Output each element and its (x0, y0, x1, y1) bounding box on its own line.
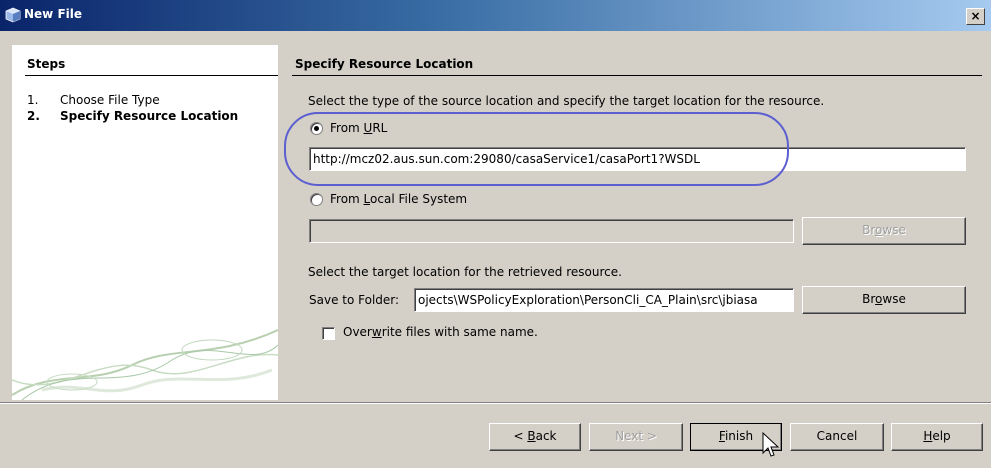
title-divider (292, 75, 982, 76)
close-icon: × (970, 9, 981, 23)
step-label: Choose File Type (60, 93, 160, 107)
back-button[interactable]: < Back (489, 423, 581, 451)
close-button[interactable]: × (966, 8, 985, 25)
steps-divider (25, 75, 278, 76)
steps-panel: Steps 1. Choose File Type 2. Specify Resou… (12, 45, 278, 400)
save-to-folder-label: Save to Folder: (309, 293, 400, 307)
step-choose-file-type: 1. Choose File Type (27, 93, 160, 107)
radio-selected-dot (314, 126, 319, 131)
local-file-input[interactable] (309, 219, 794, 243)
instruction-text: Select the type of the source location a… (308, 94, 825, 108)
steps-title: Steps (27, 57, 66, 71)
overwrite-checkbox[interactable] (322, 327, 335, 340)
step-number: 2. (27, 109, 40, 123)
step-label: Specify Resource Location (60, 109, 239, 123)
page-title: Specify Resource Location (295, 57, 474, 71)
browse-local-button[interactable]: Browse (802, 217, 966, 245)
save-to-folder-input[interactable]: ojects\WSPolicyExploration\PersonCli_CA_… (414, 288, 794, 312)
footer-divider (0, 402, 991, 404)
netbeans-cube-icon (5, 7, 21, 23)
decorative-swirl-graphic (12, 329, 278, 400)
from-local-file-system-radio[interactable] (310, 193, 323, 206)
new-file-dialog: New File × Steps 1. Choose File Type 2. Sp… (0, 0, 991, 468)
window-title: New File (24, 7, 83, 21)
next-button[interactable]: Next > (589, 423, 683, 451)
step-specify-resource-location: 2. Specify Resource Location (27, 109, 238, 123)
cancel-button[interactable]: Cancel (790, 423, 884, 451)
help-button[interactable]: Help (891, 423, 983, 451)
from-url-radio[interactable] (310, 122, 323, 135)
browse-folder-button[interactable]: Browse (802, 286, 966, 314)
url-input[interactable]: http://mcz02.aus.sun.com:29080/casaServi… (309, 147, 966, 171)
from-url-label[interactable]: From URL (330, 121, 387, 135)
from-local-file-system-label[interactable]: From Local File System (330, 192, 467, 206)
overwrite-label[interactable]: Overwrite files with same name. (343, 325, 538, 339)
target-instruction-text: Select the target location for the retri… (308, 265, 622, 279)
title-bar[interactable]: New File × (0, 0, 991, 31)
mouse-pointer-icon (762, 432, 780, 457)
step-number: 1. (27, 93, 39, 107)
